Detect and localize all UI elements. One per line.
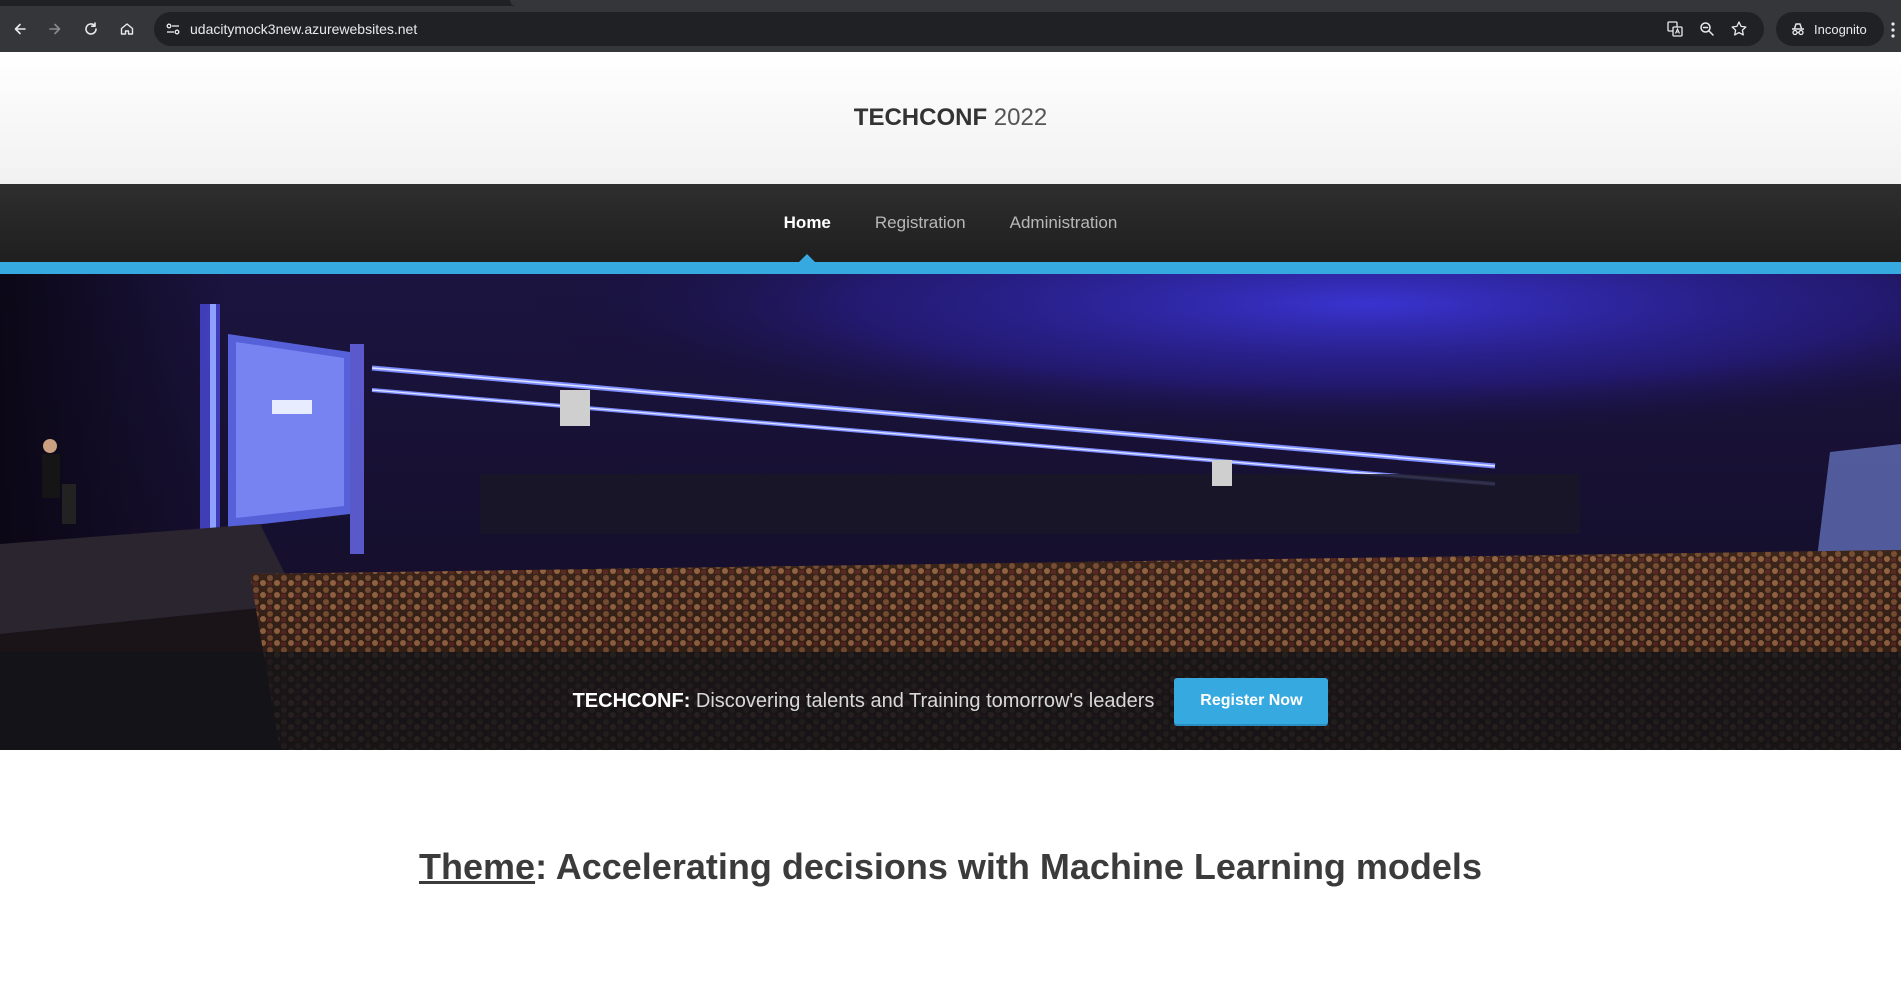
zoom-icon[interactable] xyxy=(1698,20,1716,38)
nav-item-registration[interactable]: Registration xyxy=(875,184,966,262)
reload-icon xyxy=(85,22,97,35)
site-info-icon[interactable] xyxy=(164,20,182,38)
forward-arrow-icon xyxy=(49,23,61,35)
active-caret-icon xyxy=(799,254,816,262)
hero-banner: TECHCONF: Discovering talents and Traini… xyxy=(0,274,1901,750)
nav-item-label: Administration xyxy=(1009,213,1118,232)
logo-strong: TECHCONF xyxy=(853,104,988,131)
theme-text: : Accelerating decisions with Machine Le… xyxy=(535,846,1482,887)
incognito-indicator[interactable]: Incognito xyxy=(1776,12,1884,46)
browser-toolbar: udacitymock3new.azurewebsites.net Incogn… xyxy=(0,6,1901,52)
logo-year: 2022 xyxy=(993,104,1048,131)
nav-item-label: Home xyxy=(783,213,831,232)
banner-tagline: TECHCONF: Discovering talents and Traini… xyxy=(573,690,1155,713)
home-button[interactable] xyxy=(115,17,139,41)
incognito-label: Incognito xyxy=(1814,21,1867,37)
bookmark-star-icon[interactable] xyxy=(1730,20,1748,38)
translate-icon[interactable] xyxy=(1666,20,1684,38)
incognito-icon xyxy=(1790,21,1806,37)
theme-label-link[interactable]: Theme xyxy=(419,846,535,887)
reload-button[interactable] xyxy=(79,17,103,41)
cta-strip: TECHCONF: Discovering talents and Traini… xyxy=(0,652,1901,750)
site-header: TECHCONF 2022 xyxy=(0,52,1901,184)
url-text[interactable]: udacitymock3new.azurewebsites.net xyxy=(190,12,417,46)
back-arrow-icon xyxy=(14,23,26,35)
nav-accent-bar xyxy=(0,262,1901,274)
main-nav: Home Registration Administration xyxy=(0,184,1901,262)
address-bar[interactable]: udacitymock3new.azurewebsites.net xyxy=(154,12,1764,46)
register-now-button[interactable]: Register Now xyxy=(1174,678,1329,724)
nav-item-home[interactable]: Home xyxy=(784,184,831,262)
site-logo[interactable]: TECHCONF 2022 xyxy=(0,52,1901,184)
nav-item-administration[interactable]: Administration xyxy=(1010,184,1118,262)
back-button[interactable] xyxy=(8,17,32,41)
forward-button[interactable] xyxy=(43,17,67,41)
home-icon xyxy=(120,23,134,35)
theme-heading: Theme: Accelerating decisions with Machi… xyxy=(0,846,1901,888)
browser-menu-icon[interactable] xyxy=(1890,20,1901,40)
banner-brand: TECHCONF: xyxy=(572,689,691,712)
banner-tagline-text: Discovering talents and Training tomorro… xyxy=(695,689,1155,712)
nav-item-label: Registration xyxy=(874,213,966,232)
